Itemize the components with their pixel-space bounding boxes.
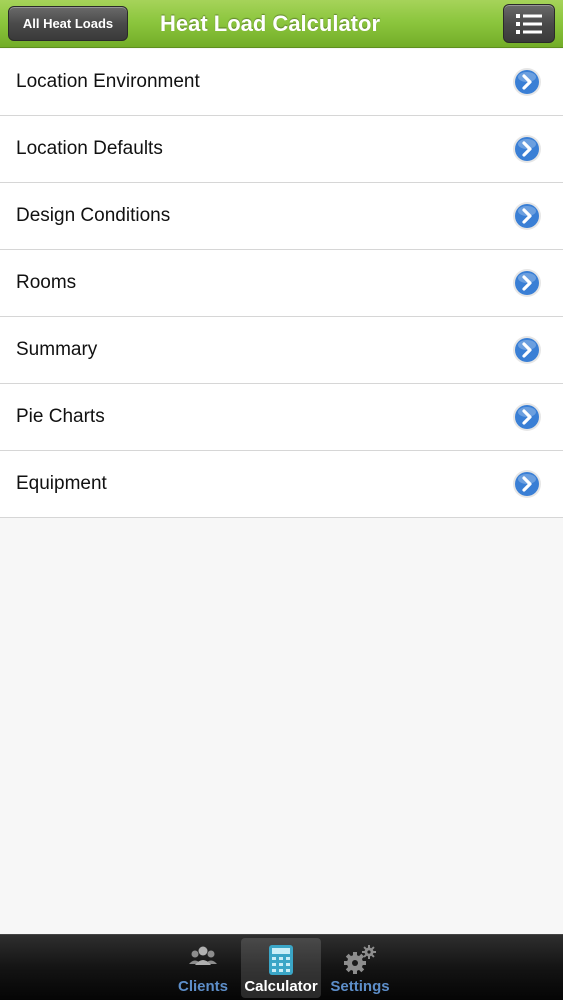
chevron-right-circle-icon[interactable] — [512, 268, 542, 298]
chevron-right-circle-icon[interactable] — [512, 201, 542, 231]
tab-calculator[interactable]: Calculator — [241, 938, 321, 998]
calculator-menu-list: Location Environment Location Defaults D… — [0, 49, 563, 518]
list-item-summary[interactable]: Summary — [0, 317, 563, 384]
list-item-label: Pie Charts — [16, 406, 105, 427]
chevron-right-circle-icon[interactable] — [512, 134, 542, 164]
tab-bar: Clients Calculator Settings — [0, 934, 563, 1000]
page-title: Heat Load Calculator — [159, 11, 381, 36]
list-item-label: Rooms — [16, 272, 77, 293]
list-item-label: Location Environment — [16, 71, 200, 92]
tab-clients[interactable]: Clients — [163, 938, 243, 998]
list-item-label: Location Defaults — [16, 138, 163, 159]
tab-label: Clients — [177, 978, 228, 995]
menu-button[interactable] — [503, 4, 555, 43]
list-icon — [516, 13, 542, 34]
tab-label: Settings — [330, 978, 390, 995]
all-heat-loads-button[interactable]: All Heat Loads — [8, 6, 128, 41]
navigation-bar: All Heat Loads Heat Load Calculator — [0, 0, 563, 48]
list-item-label: Summary — [16, 339, 98, 360]
chevron-right-circle-icon[interactable] — [512, 67, 542, 97]
gears-icon — [344, 945, 376, 974]
list-item-label: Equipment — [16, 473, 107, 494]
chevron-right-circle-icon[interactable] — [512, 402, 542, 432]
list-item-location-defaults[interactable]: Location Defaults — [0, 116, 563, 183]
list-item-location-environment[interactable]: Location Environment — [0, 49, 563, 116]
list-item-pie-charts[interactable]: Pie Charts — [0, 384, 563, 451]
people-icon — [189, 946, 217, 965]
chevron-right-circle-icon[interactable] — [512, 469, 542, 499]
chevron-right-circle-icon[interactable] — [512, 335, 542, 365]
list-item-design-conditions[interactable]: Design Conditions — [0, 183, 563, 250]
tab-label: Calculator — [244, 978, 318, 995]
calculator-icon — [269, 945, 293, 975]
list-item-rooms[interactable]: Rooms — [0, 250, 563, 317]
tab-settings[interactable]: Settings — [320, 938, 400, 998]
list-item-label: Design Conditions — [16, 205, 171, 226]
back-button-label: All Heat Loads — [22, 16, 114, 31]
list-item-equipment[interactable]: Equipment — [0, 451, 563, 518]
